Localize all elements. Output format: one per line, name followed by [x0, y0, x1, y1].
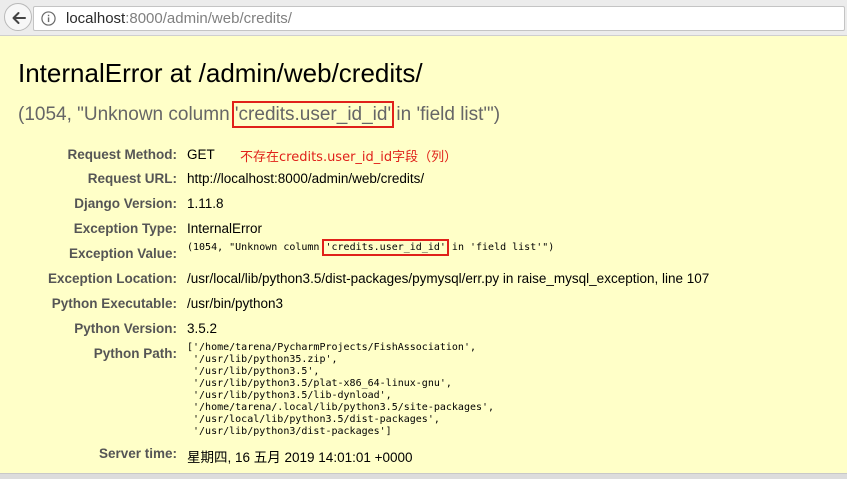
exception-location-value: /usr/local/lib/python3.5/dist-packages/p… [187, 271, 710, 286]
server-time-label: Server time: [98, 446, 177, 461]
exception-location-label: Exception Location: [47, 271, 177, 286]
browser-toolbar: localhost:8000/admin/web/credits/ [0, 0, 847, 36]
url-text[interactable]: localhost:8000/admin/web/credits/ [66, 10, 292, 27]
info-icon[interactable] [41, 11, 56, 26]
exception-value-highlight: 'credits.user_id_id' [322, 239, 449, 256]
python-version-value: 3.5.2 [187, 321, 218, 336]
exception-value-suffix: in 'field list'") [445, 242, 555, 253]
python-version-label: Python Version: [74, 321, 177, 336]
error-page: InternalError at /admin/web/credits/ (10… [0, 37, 847, 473]
python-executable-label: Python Executable: [51, 296, 177, 311]
request-url-label: Request URL: [87, 171, 177, 186]
exception-value: (1054, "Unknown column 'credits.user_id_… [187, 239, 555, 256]
exception-value-label: Exception Value: [68, 246, 177, 261]
server-time-value: 星期四, 16 五月 2019 14:01:01 +0000 [187, 450, 413, 465]
url-path: :8000/admin/web/credits/ [125, 10, 292, 27]
address-bar[interactable]: localhost:8000/admin/web/credits/ [33, 6, 845, 31]
python-path-value: ['/home/tarena/PycharmProjects/FishAssoc… [187, 342, 495, 437]
python-executable-value: /usr/bin/python3 [187, 296, 284, 311]
exception-message: (1054, "Unknown column 'credits.user_id_… [18, 101, 501, 128]
back-arrow-icon [12, 12, 26, 24]
request-method-label: Request Method: [67, 147, 178, 162]
request-url-value: http://localhost:8000/admin/web/credits/ [187, 171, 425, 186]
exception-message-prefix: (1054, "Unknown column [18, 104, 235, 125]
exception-value-prefix: (1054, "Unknown column [187, 242, 326, 253]
exception-message-suffix: in 'field list'") [391, 104, 501, 125]
django-version-label: Django Version: [74, 196, 177, 211]
django-version-value: 1.11.8 [187, 196, 224, 211]
exception-type-value: InternalError [187, 221, 263, 236]
section-divider [0, 473, 847, 479]
exception-message-highlight: 'credits.user_id_id' [231, 101, 395, 128]
page-title: InternalError at /admin/web/credits/ [18, 58, 423, 88]
exception-type-label: Exception Type: [73, 221, 177, 236]
python-path-label: Python Path: [93, 346, 177, 361]
annotation-note: 不存在credits.user_id_id字段（列） [240, 150, 458, 165]
url-host: localhost [66, 10, 126, 27]
back-button[interactable] [4, 3, 32, 31]
request-method-value: GET [187, 147, 215, 162]
